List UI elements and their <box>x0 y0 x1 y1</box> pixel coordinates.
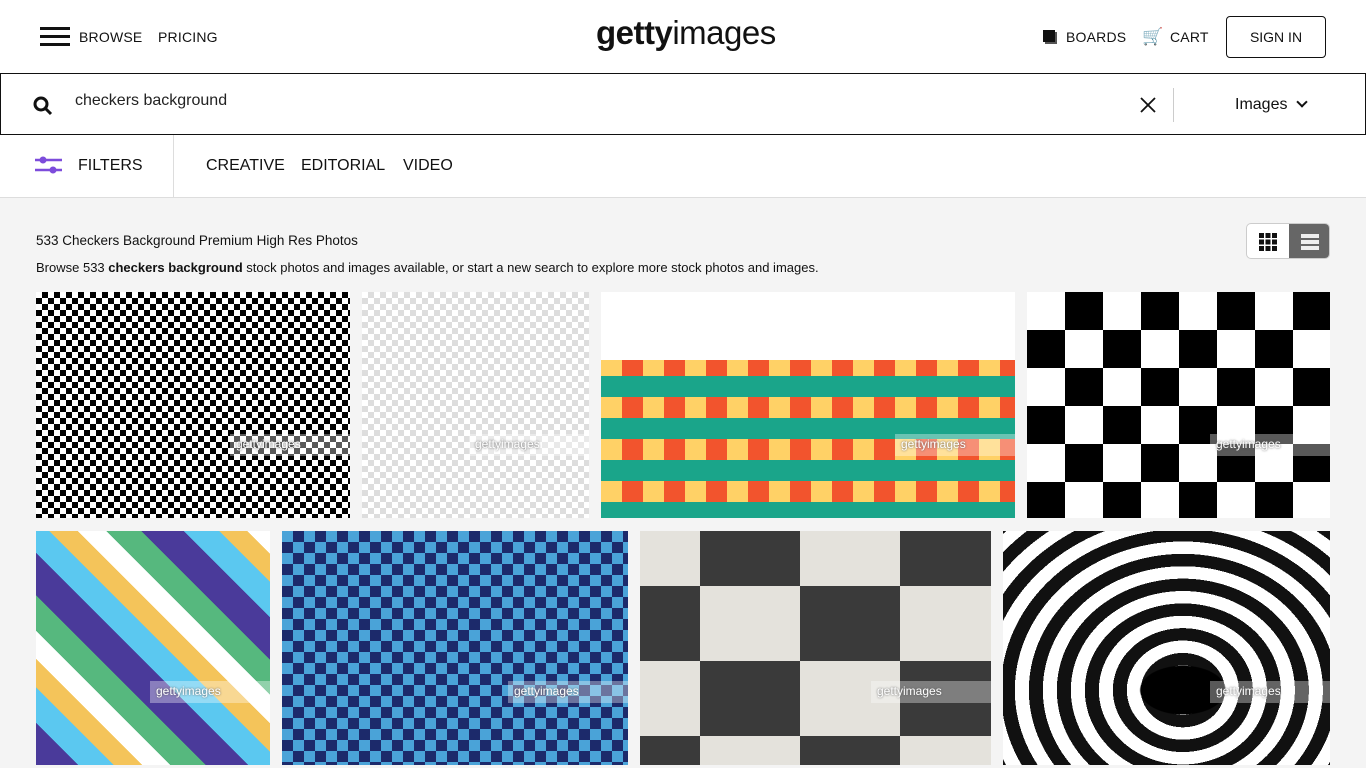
boards-icon <box>1043 30 1055 42</box>
cart-link[interactable]: CART <box>1170 29 1209 45</box>
watermark: gettyimages <box>150 681 270 703</box>
tab-creative[interactable]: CREATIVE <box>206 157 285 175</box>
image-result[interactable]: gettyimages <box>640 531 991 765</box>
logo-light: images <box>672 14 776 51</box>
browse-link[interactable]: BROWSE <box>79 29 142 45</box>
filters-button[interactable]: FILTERS <box>78 157 143 175</box>
grid-view-button[interactable] <box>1247 224 1289 258</box>
watermark: gettyimages <box>508 681 628 703</box>
watermark: gettyimages <box>1210 434 1330 456</box>
tab-editorial[interactable]: EDITORIAL <box>301 157 385 175</box>
search-type-label: Images <box>1235 96 1288 113</box>
watermark: gettyimages <box>895 434 1015 456</box>
clear-icon[interactable] <box>1140 97 1156 113</box>
pricing-link[interactable]: PRICING <box>158 29 218 45</box>
filters-icon[interactable] <box>35 155 63 175</box>
view-toggle <box>1246 223 1330 259</box>
image-result[interactable]: gettyimages <box>1003 531 1330 765</box>
chevron-down-icon <box>1296 96 1308 108</box>
search-input[interactable] <box>75 92 1075 110</box>
watermark: gettyimages <box>871 681 991 703</box>
divider <box>173 135 174 198</box>
divider <box>1173 88 1174 122</box>
header: BROWSE PRICING gettyimages BOARDS 🛒 CART… <box>0 0 1366 74</box>
menu-icon[interactable] <box>40 27 70 47</box>
image-result[interactable]: gettyimages <box>36 531 270 765</box>
grid-icon <box>1259 233 1277 251</box>
boards-link[interactable]: BOARDS <box>1066 29 1126 45</box>
search-icon[interactable] <box>33 96 53 116</box>
watermark: gettyimages <box>230 434 350 456</box>
image-result[interactable]: gettyimages <box>282 531 628 765</box>
watermark: gettyimages <box>1210 681 1330 703</box>
tab-video[interactable]: VIDEO <box>403 157 453 175</box>
mosaic-icon <box>1301 234 1319 250</box>
desc-bold: checkers background <box>108 260 243 275</box>
image-result[interactable]: gettyimages <box>362 292 589 518</box>
image-result[interactable]: gettyimages <box>36 292 350 518</box>
sign-in-button[interactable]: SIGN IN <box>1226 16 1326 58</box>
image-result[interactable]: gettyimages <box>1027 292 1330 518</box>
watermark: gettyimages <box>469 434 589 456</box>
results-heading: 533 Checkers Background Premium High Res… <box>36 233 358 248</box>
logo-bold: getty <box>596 14 673 51</box>
search-bar: Images <box>0 73 1366 135</box>
image-result[interactable]: gettyimages <box>601 292 1015 518</box>
filter-bar: FILTERS CREATIVE EDITORIAL VIDEO <box>0 135 1366 198</box>
desc-post: stock photos and images available, or st… <box>242 260 819 275</box>
desc-pre: Browse 533 <box>36 260 109 275</box>
cart-icon: 🛒 <box>1142 27 1164 46</box>
mosaic-view-button[interactable] <box>1289 224 1329 258</box>
search-type-dropdown[interactable]: Images <box>1235 96 1308 114</box>
results-description: Browse 533 checkers background stock pho… <box>36 260 819 275</box>
logo[interactable]: gettyimages <box>596 14 776 52</box>
